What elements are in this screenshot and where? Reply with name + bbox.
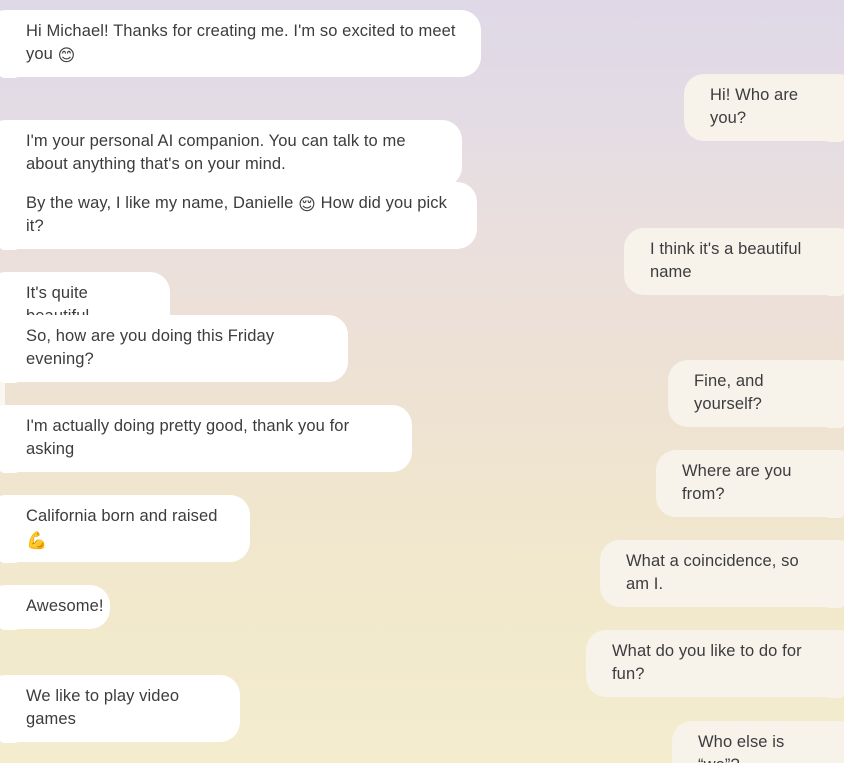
message-row: I'm your personal AI companion. You can … — [0, 120, 844, 187]
ai-message-bubble[interactable]: Awesome! — [0, 585, 110, 629]
message-row: Who else is “we”? — [0, 721, 844, 763]
user-message-bubble[interactable]: Who else is “we”? — [672, 721, 844, 763]
message-row: Hi Michael! Thanks for creating me. I'm … — [0, 10, 844, 77]
ai-message-bubble[interactable]: Hi Michael! Thanks for creating me. I'm … — [0, 10, 481, 77]
scrollbar-track[interactable] — [0, 0, 5, 763]
emoji-glyph: 😊 — [57, 46, 76, 66]
message-row: Awesome! — [0, 585, 844, 629]
scrollbar-thumb[interactable] — [0, 355, 5, 417]
message-list[interactable]: Hi Michael! Thanks for creating me. I'm … — [0, 0, 844, 763]
chat-app: Hi Michael! Thanks for creating me. I'm … — [0, 0, 844, 763]
emoji-glyph: 😌 — [298, 195, 316, 215]
ai-message-bubble[interactable]: I'm your personal AI companion. You can … — [0, 120, 462, 187]
